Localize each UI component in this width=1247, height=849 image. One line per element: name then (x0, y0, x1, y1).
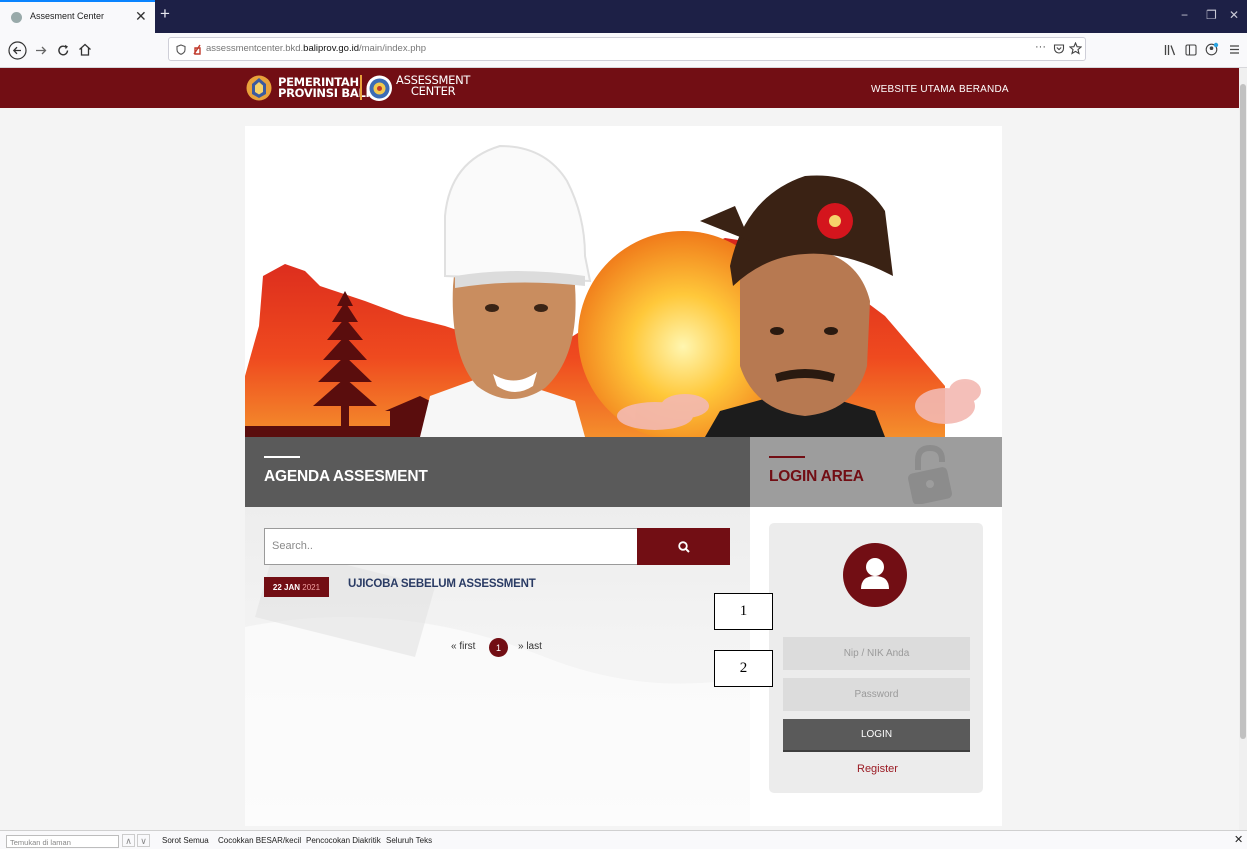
window-minimize-button[interactable]: − (1181, 8, 1188, 22)
padlock-icon (908, 444, 952, 504)
login-title-accent-line (769, 456, 805, 458)
brand-line-2: PROVINSI BALI (278, 86, 370, 100)
page-scrollbar-thumb[interactable] (1240, 84, 1246, 739)
password-field[interactable]: Password (783, 678, 970, 711)
nav-website-utama[interactable]: WEBSITE UTAMA (871, 84, 956, 95)
brand-divider (360, 75, 362, 100)
find-highlight-all[interactable]: Sorot Semua (162, 836, 209, 845)
username-field[interactable]: Nip / NIK Anda (783, 637, 970, 670)
hero-illustration (245, 144, 981, 437)
find-input[interactable]: Temukan di laman (6, 835, 119, 848)
agenda-search-input[interactable]: Search.. (264, 528, 638, 565)
nav-beranda[interactable]: BERANDA (959, 84, 1009, 95)
login-title: LOGIN AREA (769, 468, 864, 485)
assessment-center-title[interactable]: ASSESSMENT CENTER (396, 74, 470, 98)
page-actions-icon[interactable]: ··· (1035, 41, 1046, 53)
find-match-case[interactable]: Cocokkan BESAR/kecil (218, 836, 301, 845)
event-year: 2021 (302, 582, 321, 592)
login-section-header: LOGIN AREA (750, 437, 1002, 507)
pagination-current-page[interactable]: 1 (489, 638, 508, 657)
event-date-badge: 22 JAN 2021 (264, 577, 329, 597)
forward-icon[interactable] (35, 45, 47, 56)
window-restore-button[interactable]: ❐ (1206, 8, 1217, 22)
register-link[interactable]: Register (857, 763, 898, 775)
brand-title[interactable]: PEMERINTAH PROVINSI BALI (278, 76, 370, 100)
search-button[interactable] (637, 528, 730, 565)
tab-favicon-icon (11, 12, 22, 23)
event-day-month: 22 JAN (272, 582, 301, 592)
login-button[interactable]: LOGIN (783, 719, 970, 752)
find-bar: Temukan di laman ∧ ∨ Sorot Semua Cocokka… (0, 830, 1247, 849)
menu-icon[interactable] (1229, 44, 1240, 55)
assessment-center-logo[interactable] (366, 75, 392, 101)
reload-icon[interactable] (57, 44, 70, 57)
site-header: PEMERINTAH PROVINSI BALI ASSESSMENT CENT… (0, 68, 1239, 108)
search-icon (677, 540, 690, 553)
tab-title: Assesment Center (30, 11, 105, 21)
pocket-icon[interactable] (1053, 43, 1065, 55)
find-previous-icon[interactable]: ∧ (122, 834, 135, 847)
search-placeholder: Search.. (272, 540, 313, 552)
window-close-button[interactable]: ✕ (1229, 8, 1239, 22)
sidebar-icon[interactable] (1185, 44, 1197, 56)
brand2-line-2: CENTER (410, 84, 456, 98)
agenda-title: AGENDA ASSESMENT (264, 468, 428, 485)
agenda-section-header: AGENDA ASSESMENT (245, 437, 750, 507)
connection-warning-icon[interactable] (192, 44, 202, 55)
library-icon[interactable] (1164, 44, 1177, 56)
user-avatar-icon (843, 543, 907, 607)
new-tab-button[interactable]: + (160, 4, 170, 24)
bali-province-logo[interactable] (246, 75, 272, 101)
browser-nav-bar: assessmentcenter.bkd.baliprov.go.id/main… (0, 33, 1247, 68)
find-whole-words[interactable]: Seluruh Teks (386, 836, 432, 845)
back-icon[interactable] (8, 41, 27, 60)
annotation-box-1: 1 (714, 593, 773, 630)
find-close-icon[interactable]: ✕ (1234, 833, 1243, 846)
hero-banner (245, 126, 1002, 437)
browser-tab-bar: Assesment Center ✕ + − ❐ ✕ (0, 0, 1247, 33)
tab-close-icon[interactable]: ✕ (135, 8, 147, 25)
url-text[interactable]: assessmentcenter.bkd.baliprov.go.id/main… (206, 43, 426, 54)
bookmark-star-icon[interactable] (1069, 42, 1082, 55)
url-bar[interactable]: assessmentcenter.bkd.baliprov.go.id/main… (168, 37, 1086, 61)
pagination-first[interactable]: « first (451, 641, 475, 652)
find-match-diacritics[interactable]: Pencocokan Diakritik (306, 836, 381, 845)
tracking-shield-icon[interactable] (176, 44, 186, 55)
event-title-link[interactable]: UJICOBA SEBELUM ASSESSMENT (348, 578, 536, 590)
pagination-last[interactable]: » last (518, 641, 542, 652)
agenda-title-accent-line (264, 456, 300, 458)
annotation-box-2: 2 (714, 650, 773, 687)
find-next-icon[interactable]: ∨ (137, 834, 150, 847)
home-icon[interactable] (78, 43, 92, 56)
browser-tab[interactable]: Assesment Center ✕ (0, 0, 155, 33)
account-icon[interactable] (1205, 42, 1219, 56)
